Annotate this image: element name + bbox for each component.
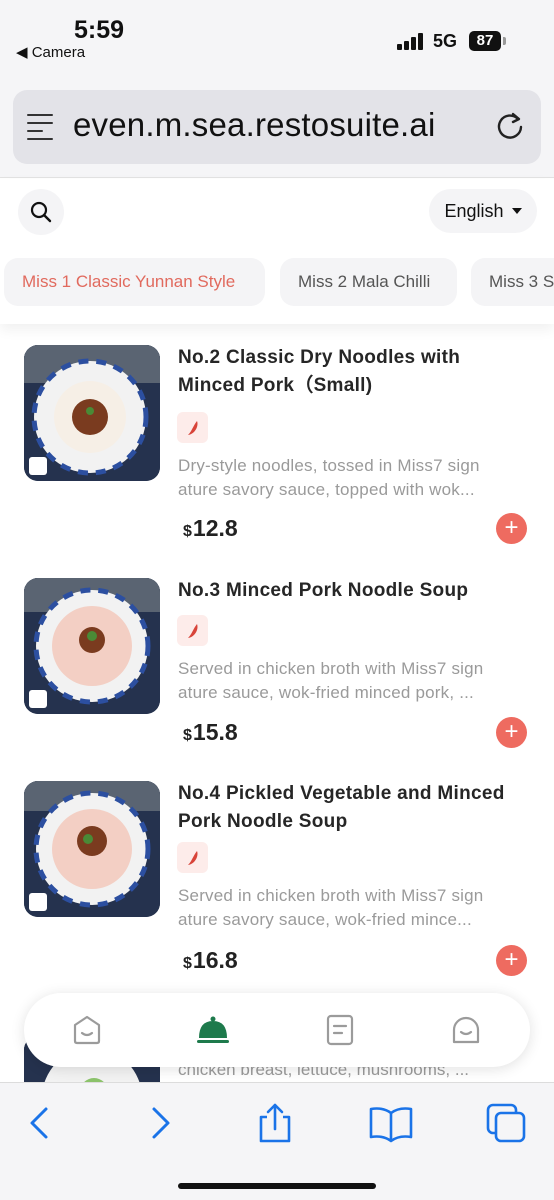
- add-to-cart-button[interactable]: +: [496, 717, 527, 748]
- forward-arrow-icon[interactable]: [138, 1101, 182, 1145]
- tabs-icon[interactable]: [484, 1101, 528, 1145]
- battery-tip: [503, 37, 506, 45]
- signal-icon: [397, 33, 425, 50]
- url-text[interactable]: even.m.sea.restosuite.ai: [73, 106, 435, 144]
- address-bar[interactable]: even.m.sea.restosuite.ai: [13, 90, 541, 164]
- safari-toolbar: [0, 1082, 554, 1200]
- dish-price: $12.8: [183, 515, 238, 541]
- dish-name: No.4 Pickled Vegetable and Minced Pork N…: [178, 783, 505, 832]
- dish-name: No.3 Minced Pork Noodle Soup: [178, 580, 469, 601]
- chili-pepper-icon: [187, 420, 198, 435]
- spicy-badge: [177, 615, 208, 646]
- browser-address-area: even.m.sea.restosuite.ai: [0, 70, 554, 178]
- add-to-cart-button[interactable]: +: [496, 945, 527, 976]
- dish-photo: [24, 345, 160, 481]
- spicy-badge: [177, 842, 208, 873]
- tab-miss-3[interactable]: Miss 3 S: [471, 258, 554, 306]
- status-bar: 5:59 ◀ Camera 5G 87: [0, 0, 554, 70]
- home-face-icon[interactable]: [70, 1013, 104, 1047]
- caret-down-icon: [511, 208, 522, 214]
- plus-icon: +: [504, 514, 519, 541]
- tab-miss-1[interactable]: Miss 1 Classic Yunnan Style: [4, 258, 265, 306]
- chili-pepper-icon: [187, 850, 198, 865]
- bottom-nav: [24, 993, 530, 1067]
- language-label: English: [444, 200, 504, 221]
- category-tabs: Miss 1 Classic Yunnan Style Miss 2 Mala …: [0, 258, 554, 306]
- plus-icon: +: [504, 718, 519, 745]
- dish-description: Dry-style noodles, tossed in Miss7 sign …: [178, 456, 480, 499]
- add-to-cart-button[interactable]: +: [496, 513, 527, 544]
- order-list-icon[interactable]: [323, 1013, 357, 1047]
- dish-photo: [24, 781, 160, 917]
- search-icon: [30, 201, 52, 223]
- status-time: 5:59: [74, 16, 125, 44]
- dish-name: No.2 Classic Dry Noodles with Minced Por…: [178, 347, 461, 396]
- page-menu-icon[interactable]: [27, 112, 55, 142]
- menu-list: No.2 Classic Dry Noodles with Minced Por…: [0, 324, 554, 1082]
- page: 5:59 ◀ Camera 5G 87 even.m.sea.restosuit…: [0, 0, 554, 1200]
- plus-icon: +: [504, 946, 519, 973]
- spicy-badge: [177, 412, 208, 443]
- profile-icon[interactable]: [449, 1013, 483, 1047]
- back-to-camera-link[interactable]: ◀ Camera: [16, 43, 85, 61]
- network-label: 5G: [433, 31, 458, 51]
- back-arrow-icon[interactable]: [18, 1101, 62, 1145]
- bookmarks-icon[interactable]: [369, 1101, 413, 1145]
- tab-miss-2[interactable]: Miss 2 Mala Chilli: [280, 258, 457, 306]
- dish-description: Served in chicken broth with Miss7 sign …: [178, 886, 484, 929]
- menu-header: English Miss 1 Classic Yunnan Style Miss…: [0, 179, 554, 324]
- cloche-icon[interactable]: [196, 1013, 230, 1047]
- dish-photo: [24, 578, 160, 714]
- battery-icon: 87: [469, 31, 501, 51]
- search-button[interactable]: [18, 189, 64, 235]
- chili-pepper-icon: [187, 623, 198, 638]
- dish-price: $16.8: [183, 947, 238, 973]
- dish-description: Served in chicken broth with Miss7 sign …: [178, 659, 484, 702]
- share-icon[interactable]: [253, 1101, 297, 1145]
- language-selector[interactable]: English: [429, 189, 537, 233]
- home-indicator: [178, 1183, 376, 1189]
- dish-price: $15.8: [183, 719, 238, 745]
- reload-icon[interactable]: [494, 110, 526, 142]
